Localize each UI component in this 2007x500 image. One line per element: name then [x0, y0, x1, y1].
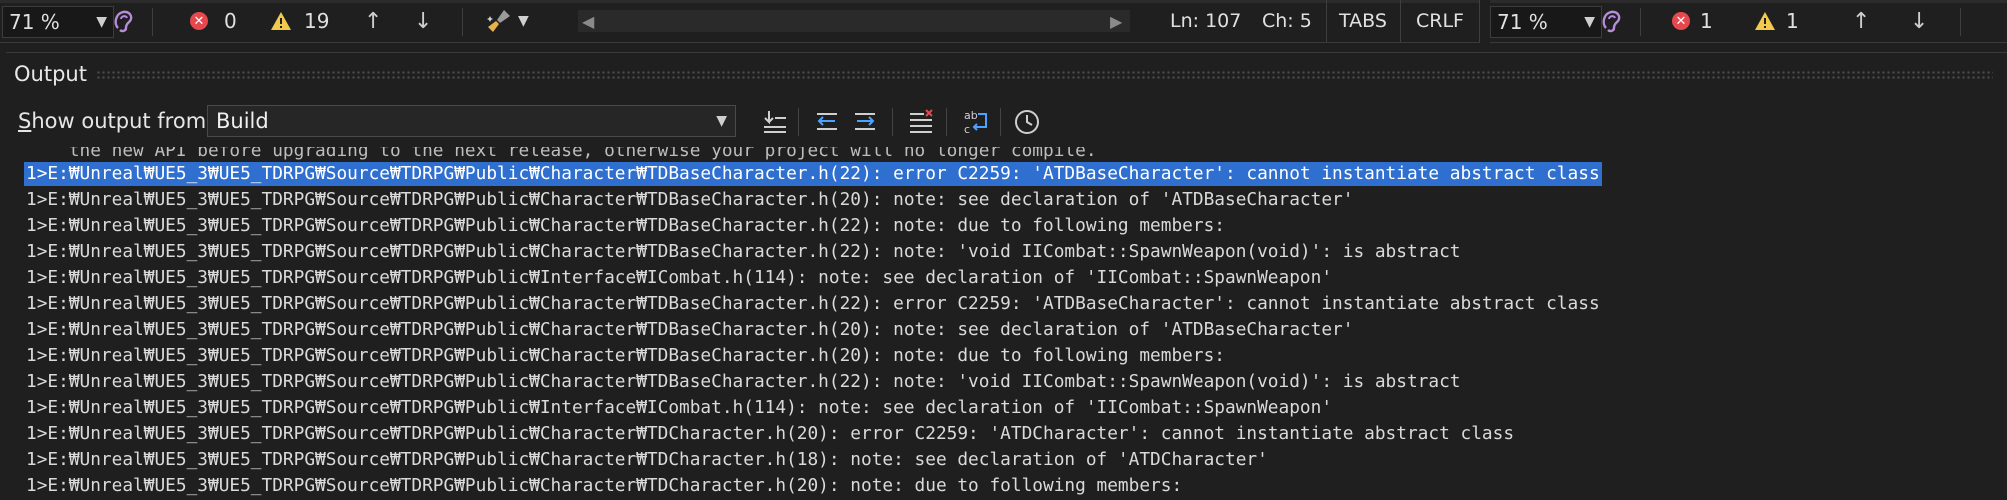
column-indicator[interactable]: Ch: 5 [1262, 0, 1312, 42]
cleanup-brush-icon [487, 10, 510, 32]
find-previous-message-button[interactable] [810, 106, 844, 138]
zoom-dropdown[interactable]: 71 % ▼ [1490, 6, 1602, 38]
editor-status-bar-left: 71 % ▼ ✕ 0 19 ↑ ↓ ▼ ◀ ▶ Ln: 107 Ch: 5 TA… [0, 0, 1480, 43]
warning-icon [1755, 12, 1775, 30]
log-line[interactable]: 1>E:₩Unreal₩UE5_3₩UE5_TDRPG₩Source₩TDRPG… [26, 370, 1461, 394]
warning-count-button[interactable]: 1 [1754, 0, 1799, 42]
log-line-partial: the new API before upgrading to the next… [26, 147, 1097, 161]
log-line[interactable]: 1>E:₩Unreal₩UE5_3₩UE5_TDRPG₩Source₩TDRPG… [26, 344, 1225, 368]
access-key: S [18, 109, 32, 133]
find-next-message-icon [855, 113, 875, 130]
log-line[interactable]: 1>E:₩Unreal₩UE5_3₩UE5_TDRPG₩Source₩TDRPG… [26, 396, 1332, 420]
arrow-up-icon[interactable]: ↑ [364, 0, 382, 42]
arrow-down-icon[interactable]: ↓ [1910, 0, 1928, 42]
indent-mode-button[interactable]: TABS [1326, 0, 1399, 42]
arrow-up-icon[interactable]: ↑ [1852, 0, 1870, 42]
cleanup-chevron-icon: ▼ [518, 13, 529, 29]
divider [798, 108, 799, 136]
warning-count-button[interactable]: 19 [270, 0, 329, 42]
line-indicator[interactable]: Ln: 107 [1170, 0, 1241, 42]
output-log[interactable]: the new API before upgrading to the next… [6, 147, 2007, 500]
word-wrap-icon: ab c [964, 109, 987, 136]
error-icon: ✕ [190, 12, 208, 30]
show-output-from-label: Show output from: [18, 109, 213, 133]
scroll-right-icon[interactable]: ▶ [1110, 0, 1122, 42]
zoom-chevron-icon: ▼ [96, 14, 107, 30]
chevron-down-icon: ▼ [716, 113, 727, 129]
timestamp-toggle-button[interactable] [1010, 106, 1044, 138]
warning-count: 1 [1786, 9, 1799, 33]
error-count: 0 [224, 9, 237, 33]
horizontal-scrollbar[interactable] [578, 10, 1130, 32]
warning-icon [271, 12, 291, 30]
error-count-button[interactable]: ✕ 0 [190, 0, 237, 42]
error-count-button[interactable]: ✕ 1 [1672, 0, 1713, 42]
find-next-message-button[interactable] [848, 106, 882, 138]
divider [946, 108, 947, 136]
clear-all-button[interactable] [904, 106, 938, 138]
log-line[interactable]: 1>E:₩Unreal₩UE5_3₩UE5_TDRPG₩Source₩TDRPG… [26, 474, 1182, 498]
zoom-level: 71 % [9, 10, 60, 34]
divider [1960, 8, 1961, 36]
find-previous-message-icon [817, 113, 837, 130]
panel-title: Output [14, 62, 87, 86]
log-line[interactable]: 1>E:₩Unreal₩UE5_3₩UE5_TDRPG₩Source₩TDRPG… [26, 292, 1600, 316]
log-line[interactable]: 1>E:₩Unreal₩UE5_3₩UE5_TDRPG₩Source₩TDRPG… [26, 266, 1332, 290]
divider [1000, 108, 1001, 136]
warning-count: 19 [304, 9, 330, 33]
divider [1640, 8, 1641, 36]
output-source-value: Build [216, 109, 269, 133]
divider [152, 8, 153, 36]
zoom-chevron-icon: ▼ [1584, 14, 1595, 30]
error-count: 1 [1700, 9, 1713, 33]
panel-drag-grip[interactable] [96, 70, 1993, 80]
zoom-level: 71 % [1497, 10, 1548, 34]
goto-build-error-icon [764, 111, 786, 133]
divider [462, 8, 463, 36]
scroll-left-icon[interactable]: ◀ [582, 0, 594, 42]
label-text: how output from: [31, 109, 214, 133]
log-line[interactable]: 1>E:₩Unreal₩UE5_3₩UE5_TDRPG₩Source₩TDRPG… [26, 422, 1514, 446]
timestamp-clock-icon [1015, 110, 1039, 134]
svg-text:ab: ab [964, 109, 978, 122]
goto-build-error-button[interactable] [758, 106, 792, 138]
clear-all-icon [910, 109, 933, 133]
arrow-down-icon[interactable]: ↓ [414, 0, 432, 42]
line-ending-button[interactable]: CRLF [1400, 0, 1480, 42]
editor-status-bar-right: 71 % ▼ ✕ 1 1 ↑ ↓ [1490, 0, 2007, 43]
log-line-selected[interactable]: 1>E:₩Unreal₩UE5_3₩UE5_TDRPG₩Source₩TDRPG… [24, 162, 1602, 186]
word-wrap-button[interactable]: ab c [958, 106, 992, 138]
output-toolbar: Show output from: Build ▼ ab c [6, 98, 2007, 145]
status-bar-edge [1490, 0, 2007, 3]
panel-title-bar[interactable]: Output [6, 53, 2007, 98]
telemetry-ear-icon[interactable] [112, 0, 136, 42]
output-source-select[interactable]: Build ▼ [207, 105, 736, 137]
log-line[interactable]: 1>E:₩Unreal₩UE5_3₩UE5_TDRPG₩Source₩TDRPG… [26, 318, 1353, 342]
svg-text:c: c [964, 123, 970, 136]
divider [892, 108, 893, 136]
log-line[interactable]: 1>E:₩Unreal₩UE5_3₩UE5_TDRPG₩Source₩TDRPG… [26, 448, 1268, 472]
log-line[interactable]: 1>E:₩Unreal₩UE5_3₩UE5_TDRPG₩Source₩TDRPG… [26, 240, 1461, 264]
code-cleanup-button[interactable]: ▼ [486, 0, 529, 42]
zoom-dropdown[interactable]: 71 % ▼ [2, 6, 114, 38]
error-icon: ✕ [1672, 12, 1690, 30]
log-line[interactable]: 1>E:₩Unreal₩UE5_3₩UE5_TDRPG₩Source₩TDRPG… [26, 214, 1225, 238]
telemetry-ear-icon[interactable] [1600, 0, 1624, 42]
log-line[interactable]: 1>E:₩Unreal₩UE5_3₩UE5_TDRPG₩Source₩TDRPG… [26, 188, 1353, 212]
output-panel: Output Show output from: Build ▼ ab c th… [6, 52, 2007, 500]
